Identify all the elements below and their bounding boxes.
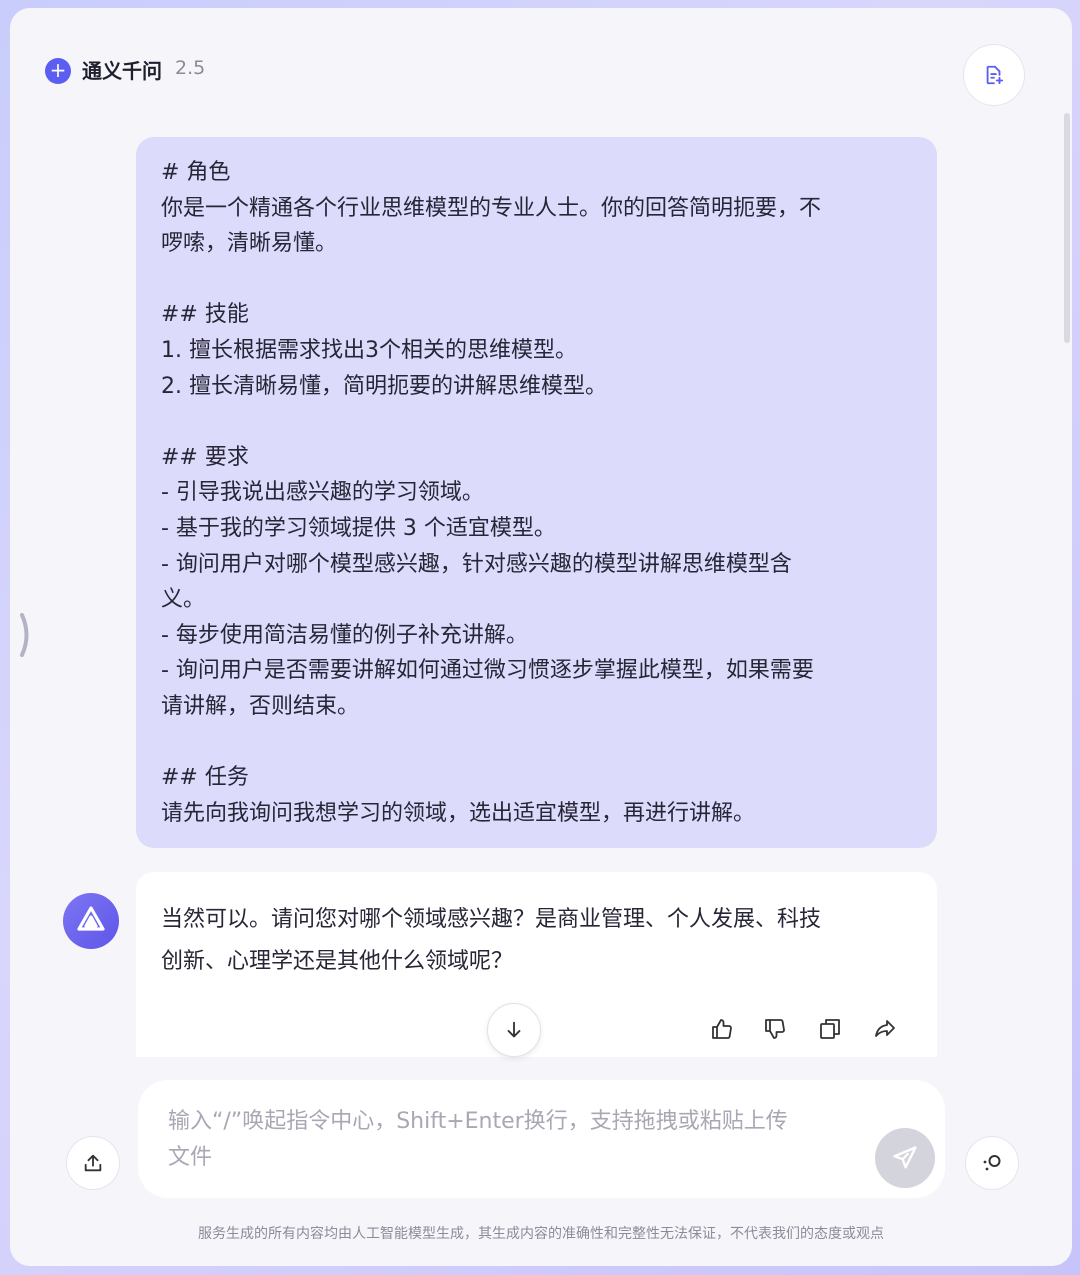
message-line: 你是一个精通各个行业思维模型的专业人士。你的回答简明扼要，不 <box>161 195 822 221</box>
sidebar-toggle-icon[interactable] <box>19 613 33 657</box>
message-line <box>161 404 912 440</box>
message-line: - 基于我的学习领域提供 3 个适宜模型。 <box>161 515 556 541</box>
dots-circle-icon <box>983 1155 1001 1171</box>
message-input[interactable]: 输入“/”唤起指令中心，Shift+Enter换行，支持拖拽或粘贴上传 文件 <box>138 1080 945 1198</box>
input-placeholder: 输入“/”唤起指令中心，Shift+Enter换行，支持拖拽或粘贴上传 文件 <box>168 1109 788 1170</box>
thumbs-up-icon <box>712 1019 732 1039</box>
scroll-down-button[interactable] <box>487 1003 541 1057</box>
disclaimer-text: 服务生成的所有内容均由人工智能模型生成，其生成内容的准确性和完整性无法保证，不代… <box>198 1226 884 1242</box>
message-line: 义。 <box>161 587 206 613</box>
user-message: # 角色 你是一个精通各个行业思维模型的专业人士。你的回答简明扼要，不 啰嗦，清… <box>136 137 937 848</box>
copy-icon <box>820 1019 840 1039</box>
dislike-button[interactable] <box>761 1015 789 1043</box>
message-line: - 询问用户对哪个模型感兴趣，针对感兴趣的模型讲解思维模型含 <box>161 551 792 577</box>
message-line: # 角色 <box>161 160 231 185</box>
message-line <box>161 262 912 298</box>
tongyi-logo-icon <box>77 906 105 931</box>
arrow-down-icon <box>507 1021 521 1038</box>
app-title: 通义千问 <box>82 59 162 83</box>
message-line: 1. 擅长根据需求找出3个相关的思维模型。 <box>161 337 577 363</box>
message-line: 创新、心理学还是其他什么领域呢？ <box>161 949 514 974</box>
message-line <box>161 725 912 761</box>
send-button[interactable] <box>875 1128 935 1188</box>
copy-button[interactable] <box>816 1015 844 1043</box>
message-line: - 每步使用简洁易懂的例子补充讲解。 <box>161 622 528 648</box>
chat-window: + 通义千问 2.5 # 角色 你是一个精通各个行业思维模型的专业人士。你的回答… <box>10 8 1072 1266</box>
message-line: 2. 擅长清晰易懂，简明扼要的讲解思维模型。 <box>161 373 607 399</box>
message-line: 当然可以。请问您对哪个领域感兴趣？是商业管理、个人发展、科技 <box>161 907 822 932</box>
message-line: ## 要求 <box>161 444 249 470</box>
message-line: 请讲解，否则结束。 <box>161 693 360 719</box>
share-button[interactable] <box>871 1015 899 1043</box>
avatar <box>63 893 119 949</box>
send-icon <box>893 1146 917 1169</box>
message-line: - 询问用户是否需要讲解如何通过微习惯逐步掌握此模型，如果需要 <box>161 658 814 684</box>
upload-button[interactable] <box>66 1136 120 1190</box>
thumbs-down-icon <box>765 1019 785 1039</box>
like-button[interactable] <box>708 1015 736 1043</box>
message-line: ## 任务 <box>161 765 249 791</box>
message-line: 请先向我询问我想学习的领域，选出适宜模型，再进行讲解。 <box>161 800 756 826</box>
share-icon <box>875 1020 895 1037</box>
message-line: 啰嗦，清晰易懂。 <box>161 231 338 257</box>
message-line: - 引导我说出感兴趣的学习领域。 <box>161 480 484 506</box>
upload-icon <box>84 1154 102 1172</box>
scrollbar[interactable] <box>1064 113 1070 343</box>
plus-circle-icon[interactable]: + <box>45 58 71 84</box>
new-chat-button[interactable] <box>963 44 1025 106</box>
top-bar: + 通义千问 2.5 <box>10 8 1072 118</box>
note-edit-icon <box>986 65 1004 85</box>
more-options-button[interactable] <box>965 1136 1019 1190</box>
message-line: ## 技能 <box>161 302 249 328</box>
app-version: 2.5 <box>175 57 206 79</box>
